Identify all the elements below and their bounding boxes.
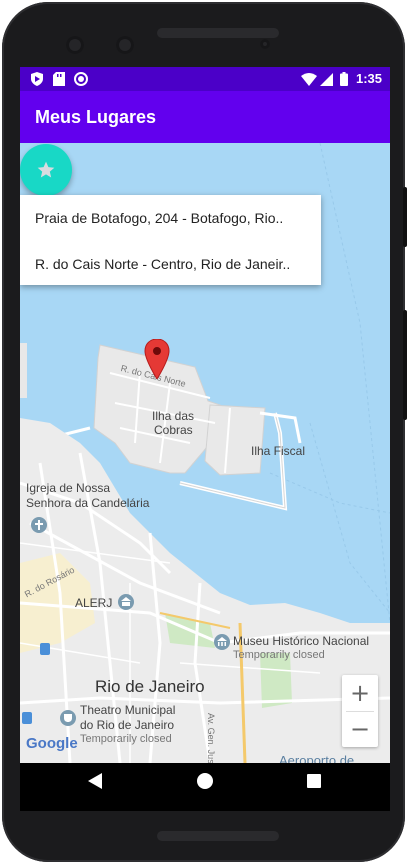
theater-icon xyxy=(60,710,76,726)
navigation-bar xyxy=(20,763,390,811)
status-bar: 1:35 xyxy=(20,67,390,91)
transit-icon xyxy=(22,712,32,724)
map-label-status: Temporarily closed xyxy=(80,733,172,745)
front-camera-icon xyxy=(66,36,84,54)
museum-icon xyxy=(214,634,230,650)
zoom-in-button[interactable]: + xyxy=(342,675,378,711)
app-bar: Meus Lugares xyxy=(20,91,390,143)
zoom-controls: + − xyxy=(342,675,378,747)
zoom-out-button[interactable]: − xyxy=(342,711,378,747)
screen: 1:35 Meus Lugares R. do Cais Norte Ilha … xyxy=(20,67,390,811)
battery-icon xyxy=(340,72,348,86)
volume-button xyxy=(403,310,407,420)
clock: 1:35 xyxy=(355,71,382,86)
sensor-icon xyxy=(116,36,134,54)
location-pin-icon[interactable] xyxy=(144,339,170,379)
bottom-speaker xyxy=(157,831,279,841)
map-label-island: Ilha Fiscal xyxy=(251,444,306,458)
proximity-sensor-icon xyxy=(260,39,270,49)
metro-icon xyxy=(40,643,50,655)
map-label-poi: Igreja de Nossa xyxy=(26,481,111,495)
wifi-icon xyxy=(301,73,317,86)
map-label-poi: Aeroporto de xyxy=(279,753,355,763)
map-label-island: Cobras xyxy=(154,423,193,437)
sync-circle-icon xyxy=(74,72,88,86)
map-label-poi: Senhora da Candelária xyxy=(26,496,150,510)
map-label-city: Rio de Janeiro xyxy=(95,677,205,696)
autocomplete-dropdown: Praia de Botafogo, 204 - Botafogo, Rio..… xyxy=(20,195,321,285)
sd-card-icon xyxy=(53,72,65,86)
play-protect-icon xyxy=(31,72,43,86)
home-icon[interactable] xyxy=(197,773,213,789)
map-label-island: Ilha das xyxy=(152,409,195,423)
suggestion-item[interactable]: Praia de Botafogo, 204 - Botafogo, Rio.. xyxy=(35,210,310,226)
google-logo: Google xyxy=(26,735,78,752)
star-icon xyxy=(37,161,55,178)
map-label-status: Temporarily closed xyxy=(233,649,325,661)
page-title: Meus Lugares xyxy=(35,107,157,127)
church-icon xyxy=(31,517,47,533)
signal-icon xyxy=(320,73,333,86)
landmark-icon xyxy=(118,594,134,610)
map-view[interactable]: R. do Cais Norte Ilha das Cobras Ilha Fi… xyxy=(20,143,390,763)
suggestion-item[interactable]: R. do Cais Norte - Centro, Rio de Janeir… xyxy=(35,256,310,272)
favorite-button[interactable] xyxy=(20,144,72,196)
earpiece-speaker xyxy=(157,28,279,38)
recents-icon[interactable] xyxy=(307,774,321,788)
phone-frame: 1:35 Meus Lugares R. do Cais Norte Ilha … xyxy=(2,2,407,862)
back-icon[interactable] xyxy=(88,773,102,789)
map-label-poi: ALERJ xyxy=(75,596,113,610)
map-label-poi: do Rio de Janeiro xyxy=(80,718,175,732)
map-label-poi: Theatro Municipal xyxy=(80,703,176,717)
power-button xyxy=(403,187,407,247)
map-label-poi: Museu Histórico Nacional xyxy=(233,634,370,648)
map-label-street: Av. Gen. Justo xyxy=(206,713,216,763)
